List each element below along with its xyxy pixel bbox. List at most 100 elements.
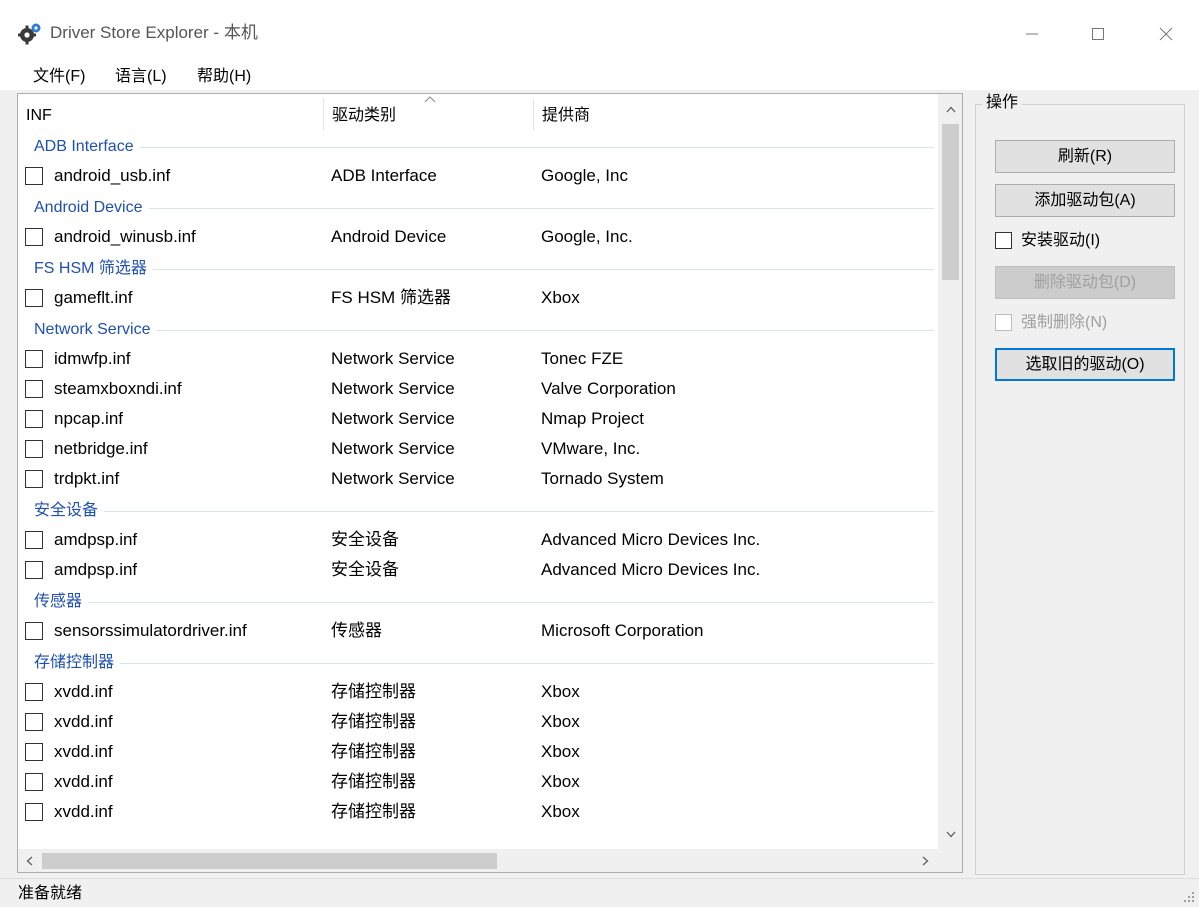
driver-type-cell: 存储控制器 (331, 712, 416, 731)
inf-cell: android_winusb.inf (54, 227, 196, 246)
table-row[interactable]: amdpsp.inf 安全设备 Advanced Micro Devices Inc… (18, 555, 938, 585)
row-checkbox[interactable] (25, 289, 43, 307)
table-row[interactable]: xvdd.inf 存储控制器 Xbox (18, 677, 938, 707)
resize-grip-icon[interactable] (1183, 891, 1195, 903)
maximize-button[interactable] (1078, 16, 1118, 52)
group-label: 存储控制器 (34, 652, 121, 674)
driver-type-cell: 存储控制器 (331, 682, 416, 701)
row-checkbox[interactable] (25, 561, 43, 579)
menu-file[interactable]: 文件(F) (33, 66, 85, 88)
table-row[interactable]: android_usb.inf ADB Interface Google, Inc (18, 161, 938, 191)
driver-type-cell: Android Device (331, 227, 447, 246)
table-row[interactable]: xvdd.inf 存储控制器 Xbox (18, 737, 938, 767)
row-checkbox[interactable] (25, 743, 43, 761)
refresh-button[interactable]: 刷新(R) (995, 140, 1175, 173)
group-header[interactable]: Network Service (18, 318, 938, 342)
row-checkbox[interactable] (25, 470, 43, 488)
inf-cell: netbridge.inf (54, 439, 148, 458)
group-header[interactable]: 安全设备 (18, 499, 938, 523)
row-checkbox[interactable] (25, 350, 43, 368)
table-row[interactable]: xvdd.inf 存储控制器 Xbox (18, 797, 938, 827)
table-row[interactable]: steamxboxndi.inf Network Service Valve Cor… (18, 374, 938, 404)
table-row[interactable]: npcap.inf Network Service Nmap Project (18, 404, 938, 434)
row-checkbox[interactable] (25, 440, 43, 458)
column-header-provider[interactable]: 提供商 (534, 94, 934, 134)
title-bar[interactable]: Driver Store Explorer - 本机 (0, 0, 1199, 64)
group-header[interactable]: 存储控制器 (18, 651, 938, 675)
row-checkbox[interactable] (25, 622, 43, 640)
row-checkbox[interactable] (25, 167, 43, 185)
group-label: 传感器 (34, 591, 89, 613)
group-divider (34, 602, 934, 603)
inf-cell: steamxboxndi.inf (54, 379, 182, 398)
row-checkbox[interactable] (25, 228, 43, 246)
table-row[interactable]: xvdd.inf 存储控制器 Xbox (18, 707, 938, 737)
table-row[interactable]: xvdd.inf 存储控制器 Xbox (18, 767, 938, 797)
inf-cell: xvdd.inf (54, 802, 113, 821)
driver-type-cell: FS HSM 筛选器 (331, 288, 451, 307)
provider-cell: Xbox (541, 772, 580, 791)
checkbox-box[interactable] (995, 314, 1012, 331)
scrollbar-corner (938, 849, 962, 872)
row-checkbox[interactable] (25, 713, 43, 731)
table-row[interactable]: sensorssimulatordriver.inf 传感器 Microsoft C… (18, 616, 938, 646)
group-divider (34, 511, 934, 512)
inf-cell: xvdd.inf (54, 742, 113, 761)
row-checkbox[interactable] (25, 531, 43, 549)
scroll-left-button[interactable] (22, 854, 36, 868)
vertical-scroll-thumb[interactable] (942, 124, 959, 280)
provider-cell: Google, Inc (541, 166, 628, 185)
group-header[interactable]: FS HSM 筛选器 (18, 257, 938, 281)
row-checkbox[interactable] (25, 410, 43, 428)
table-row[interactable]: gameflt.inf FS HSM 筛选器 Xbox (18, 283, 938, 313)
inf-cell: xvdd.inf (54, 682, 113, 701)
group-divider (34, 208, 934, 209)
row-checkbox[interactable] (25, 380, 43, 398)
table-row[interactable]: idmwfp.inf Network Service Tonec FZE (18, 344, 938, 374)
driver-list[interactable]: INF 驱动类别 提供商 ADB Interface android_usb.in… (17, 93, 963, 873)
list-header: INF 驱动类别 提供商 (18, 94, 938, 134)
operations-title: 操作 (982, 92, 1023, 114)
scroll-up-button[interactable] (942, 102, 959, 116)
provider-cell: Advanced Micro Devices Inc. (541, 560, 761, 579)
inf-cell: android_usb.inf (54, 166, 171, 185)
minimize-button[interactable] (1012, 16, 1052, 52)
close-button[interactable] (1146, 16, 1186, 52)
horizontal-scrollbar[interactable] (18, 849, 938, 872)
checkbox-box[interactable] (995, 232, 1012, 249)
group-header[interactable]: Android Device (18, 196, 938, 220)
app-window: Driver Store Explorer - 本机 文件(F) 语言(L) 帮… (0, 0, 1199, 907)
status-bar: 准备就绪 (0, 878, 1199, 907)
row-checkbox[interactable] (25, 773, 43, 791)
add-package-button[interactable]: 添加驱动包(A) (995, 184, 1175, 217)
group-header[interactable]: 传感器 (18, 590, 938, 614)
inf-cell: xvdd.inf (54, 712, 113, 731)
inf-cell: gameflt.inf (54, 288, 133, 307)
group-divider (34, 663, 934, 664)
row-checkbox[interactable] (25, 683, 43, 701)
row-checkbox[interactable] (25, 803, 43, 821)
table-row[interactable]: netbridge.inf Network Service VMware, Inc. (18, 434, 938, 464)
group-divider (34, 269, 934, 270)
menu-language[interactable]: 语言(L) (115, 66, 167, 88)
table-row[interactable]: trdpkt.inf Network Service Tornado System (18, 464, 938, 494)
chevron-down-icon (946, 831, 955, 837)
driver-type-cell: 传感器 (331, 621, 382, 640)
chevron-left-icon (26, 856, 32, 866)
delete-package-button[interactable]: 删除驱动包(D) (995, 266, 1175, 299)
group-label: 安全设备 (34, 500, 105, 522)
gear-cog-icon (18, 23, 41, 45)
scroll-right-button[interactable] (918, 854, 932, 868)
select-old-drivers-button[interactable]: 选取旧的驱动(O) (995, 348, 1175, 381)
horizontal-scroll-thumb[interactable] (42, 853, 497, 869)
menu-help[interactable]: 帮助(H) (197, 66, 251, 88)
driver-type-cell: Network Service (331, 439, 455, 458)
table-row[interactable]: android_winusb.inf Android Device Google, … (18, 222, 938, 252)
provider-cell: Xbox (541, 742, 580, 761)
status-text: 准备就绪 (18, 885, 83, 902)
table-row[interactable]: amdpsp.inf 安全设备 Advanced Micro Devices Inc… (18, 525, 938, 555)
vertical-scrollbar[interactable] (938, 94, 962, 849)
scroll-down-button[interactable] (942, 827, 959, 841)
column-header-inf[interactable]: INF (18, 94, 324, 134)
group-header[interactable]: ADB Interface (18, 135, 938, 159)
